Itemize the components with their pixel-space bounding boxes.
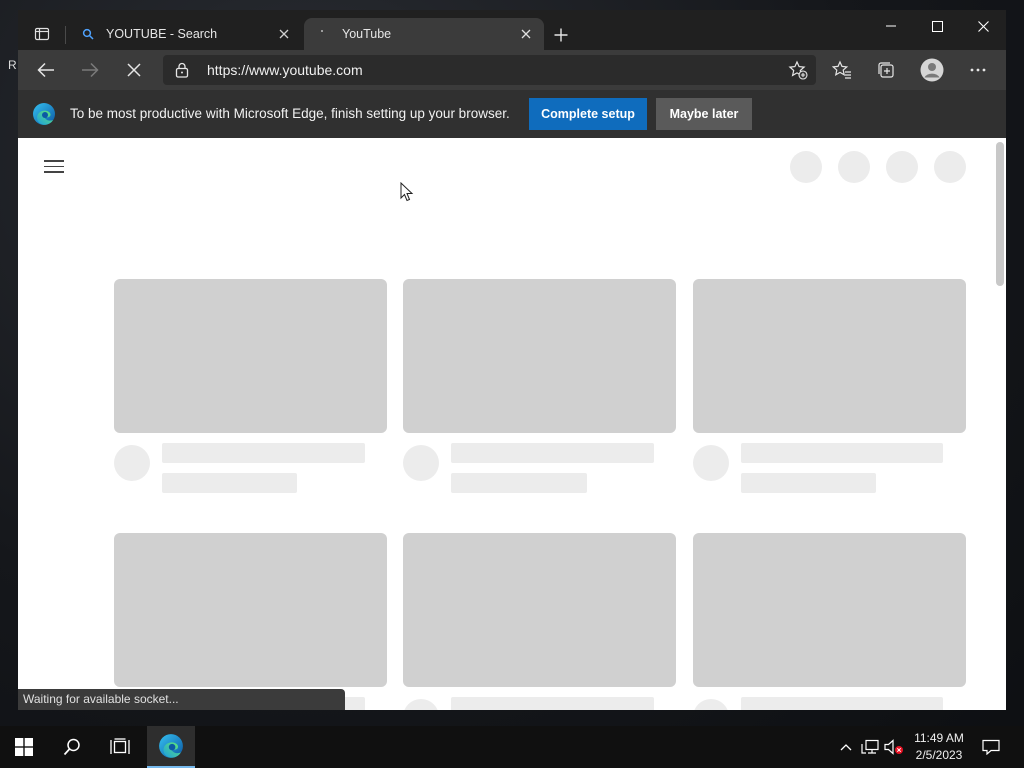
search-button[interactable] — [48, 726, 96, 768]
taskbar-edge-button[interactable] — [147, 726, 195, 768]
close-icon — [127, 63, 141, 77]
video-thumbnail-placeholder — [403, 279, 676, 433]
title-placeholder — [451, 697, 654, 710]
tab-title: YOUTUBE - Search — [106, 27, 218, 41]
video-thumbnail-placeholder — [114, 279, 387, 433]
network-icon — [861, 739, 879, 754]
avatar-icon — [920, 58, 944, 82]
maximize-icon — [931, 20, 943, 32]
arrow-left-icon — [37, 62, 54, 78]
search-icon — [63, 738, 80, 756]
meta-placeholder — [451, 473, 587, 493]
tab-separator — [65, 26, 66, 44]
lock-icon[interactable] — [175, 62, 189, 83]
network-button[interactable] — [860, 739, 880, 755]
header-placeholder — [934, 151, 966, 183]
meta-placeholder — [741, 473, 876, 493]
clock-date: 2/5/2023 — [915, 748, 963, 762]
channel-avatar-placeholder — [693, 699, 729, 710]
video-thumbnail-placeholder — [693, 533, 966, 687]
profile-button[interactable] — [916, 54, 948, 86]
setup-infobar: To be most productive with Microsoft Edg… — [18, 90, 1006, 138]
header-placeholder — [886, 151, 918, 183]
page-content — [18, 138, 1006, 710]
close-tab-icon[interactable] — [272, 22, 296, 46]
task-view-icon — [110, 738, 130, 754]
close-window-button[interactable] — [960, 10, 1006, 42]
infobar-message: To be most productive with Microsoft Edg… — [70, 106, 510, 121]
maximize-button[interactable] — [914, 10, 960, 42]
settings-more-button[interactable] — [962, 54, 994, 86]
clock-time: 11:49 AM — [914, 731, 964, 745]
channel-avatar-placeholder — [403, 445, 439, 481]
windows-icon — [15, 738, 33, 756]
edge-icon — [159, 734, 183, 758]
title-placeholder — [741, 443, 943, 463]
channel-avatar-placeholder — [693, 445, 729, 481]
volume-button[interactable] — [884, 739, 904, 755]
mouse-cursor-icon — [400, 182, 414, 202]
tab-title: YouTube — [342, 27, 392, 41]
close-tab-icon[interactable] — [514, 22, 538, 46]
favorites-icon — [832, 60, 851, 79]
loading-icon — [316, 26, 332, 42]
action-center-button[interactable] — [968, 726, 1014, 768]
meta-placeholder — [162, 473, 297, 493]
address-bar[interactable]: https://www.youtube.com — [163, 55, 816, 85]
title-placeholder — [451, 443, 654, 463]
favorites-button[interactable] — [826, 54, 858, 86]
search-icon — [80, 26, 96, 42]
tab-youtube-search[interactable]: YOUTUBE - Search — [68, 18, 302, 50]
browser-window: YOUTUBE - Search YouTube https://www.you… — [18, 10, 1006, 710]
video-thumbnail-placeholder — [403, 533, 676, 687]
edge-logo-icon — [33, 103, 55, 125]
notification-icon — [982, 739, 1000, 755]
complete-setup-button[interactable]: Complete setup — [529, 98, 647, 130]
new-tab-button[interactable] — [548, 22, 574, 48]
header-placeholder — [790, 151, 822, 183]
maybe-later-button[interactable]: Maybe later — [656, 98, 752, 130]
volume-muted-icon — [884, 739, 903, 755]
collections-button[interactable] — [870, 54, 902, 86]
minimize-button[interactable] — [868, 10, 914, 42]
forward-button[interactable] — [74, 54, 106, 86]
tab-youtube[interactable]: YouTube — [304, 18, 544, 50]
header-placeholder — [838, 151, 870, 183]
add-favorite-icon[interactable] — [788, 60, 808, 85]
close-icon — [977, 20, 989, 32]
stop-loading-button[interactable] — [118, 54, 150, 86]
show-hidden-icons-button[interactable] — [836, 739, 856, 755]
menu-icon[interactable] — [44, 156, 64, 176]
url-text[interactable]: https://www.youtube.com — [207, 62, 363, 78]
clock[interactable]: 11:49 AM 2/5/2023 — [904, 730, 974, 764]
plus-icon — [554, 28, 568, 42]
title-placeholder — [162, 443, 365, 463]
title-bar: YOUTUBE - Search YouTube — [18, 10, 1006, 50]
collections-icon — [878, 62, 894, 78]
minimize-icon — [886, 25, 896, 27]
navigation-toolbar: https://www.youtube.com — [18, 50, 1006, 90]
tab-actions-icon — [34, 27, 50, 41]
task-view-button[interactable] — [96, 726, 144, 768]
video-thumbnail-placeholder — [693, 279, 966, 433]
chevron-up-icon — [840, 744, 852, 751]
taskbar: 11:49 AM 2/5/2023 — [0, 726, 1024, 768]
channel-avatar-placeholder — [114, 445, 150, 481]
desktop-text: R — [8, 58, 17, 72]
scrollbar-thumb[interactable] — [996, 142, 1004, 286]
more-icon — [970, 68, 986, 72]
start-button[interactable] — [0, 726, 48, 768]
arrow-right-icon — [82, 62, 99, 78]
title-placeholder — [741, 697, 943, 710]
video-thumbnail-placeholder — [114, 533, 387, 687]
back-button[interactable] — [30, 54, 62, 86]
status-bar: Waiting for available socket... — [18, 689, 345, 710]
tab-actions-button[interactable] — [26, 20, 58, 48]
channel-avatar-placeholder — [403, 699, 439, 710]
